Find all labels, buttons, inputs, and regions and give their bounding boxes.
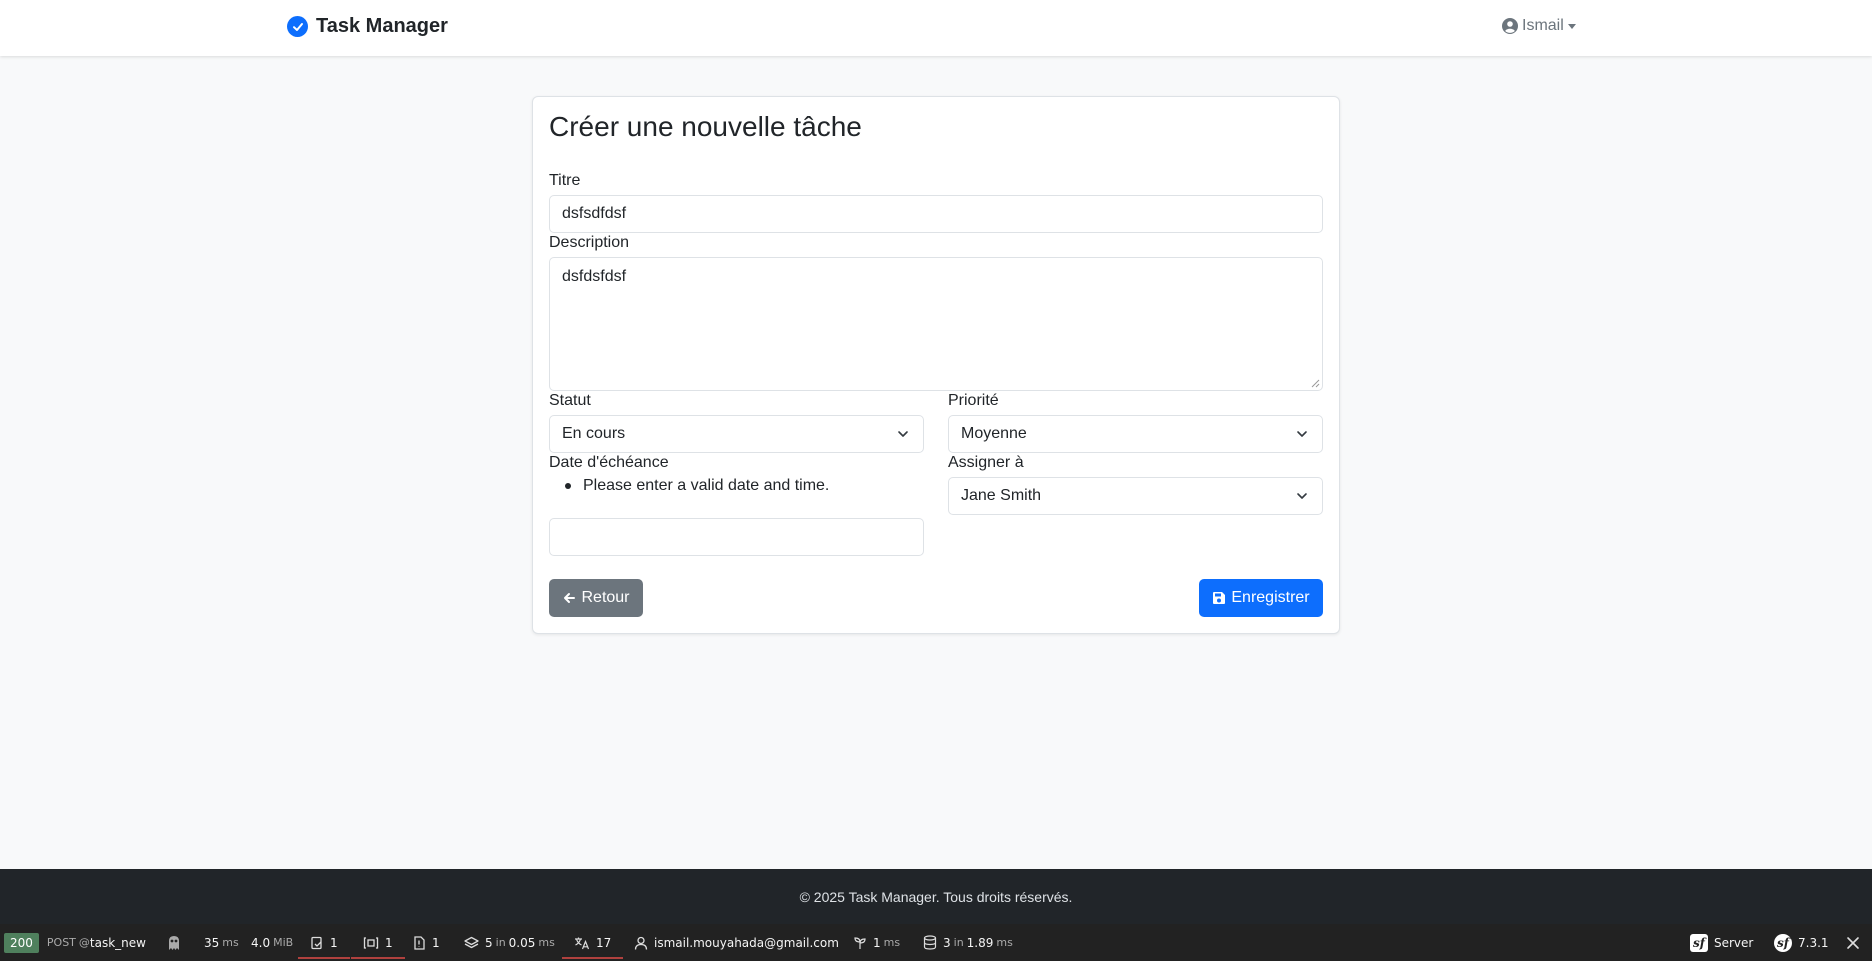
description-label: Description xyxy=(549,234,630,251)
route-name: task_new xyxy=(89,935,146,950)
brand-name: Task Manager xyxy=(316,15,448,37)
memory-unit: MiB xyxy=(273,936,294,949)
priorite-value: Moyenne xyxy=(961,425,1027,442)
back-label: Retour xyxy=(581,589,630,606)
at-sign: @ xyxy=(78,936,90,949)
error-indicator xyxy=(298,957,350,959)
symfony-logo-icon: sf xyxy=(1774,933,1792,952)
forms-count: 1 xyxy=(330,935,338,950)
user-dropdown[interactable]: Ismail xyxy=(1502,17,1576,35)
toolbar-twig[interactable]: 1 ms xyxy=(853,924,900,961)
task-form-card: Créer une nouvelle tâche Titre dsfsdfdsf… xyxy=(532,96,1340,634)
toolbar-user[interactable]: ismail.mouyahada@gmail.com xyxy=(634,924,839,961)
statut-value: En cours xyxy=(562,425,626,442)
db-time: 1.89 xyxy=(966,935,994,950)
toolbar-symfony-version[interactable]: sf 7.3.1 xyxy=(1774,924,1829,961)
arrow-left-icon xyxy=(564,593,576,603)
assigner-value: Jane Smith xyxy=(961,487,1042,504)
translation-count: 17 xyxy=(596,935,612,950)
memory-value: 4.0 xyxy=(251,935,271,950)
events-in: in xyxy=(495,936,506,949)
user-email: ismail.mouyahada@gmail.com xyxy=(654,935,839,950)
database-icon xyxy=(923,935,937,950)
events-count: 5 xyxy=(485,935,493,950)
save-label: Enregistrer xyxy=(1231,589,1310,606)
db-count: 3 xyxy=(943,935,951,950)
titre-input[interactable]: dsfsdfdsf xyxy=(549,195,1323,233)
close-icon xyxy=(1847,936,1859,949)
db-unit: ms xyxy=(996,936,1013,949)
resize-handle-icon[interactable] xyxy=(1310,378,1320,388)
assigner-select[interactable]: Jane Smith xyxy=(948,477,1323,515)
chevron-down-icon xyxy=(1297,493,1307,499)
symfony-server-icon: sf xyxy=(1690,933,1708,952)
bullet-icon xyxy=(565,483,571,489)
toolbar-validator[interactable]: 1 xyxy=(351,924,405,961)
user-circle-icon xyxy=(1502,18,1518,34)
date-input[interactable] xyxy=(549,518,924,556)
date-error-text: Please enter a valid date and time. xyxy=(583,477,830,494)
events-unit: ms xyxy=(538,936,555,949)
toolbar-time[interactable]: 35 ms xyxy=(204,924,239,961)
floppy-disk-icon xyxy=(1213,592,1226,604)
log-file-icon xyxy=(414,935,425,950)
toolbar-memory[interactable]: 4.0 MiB xyxy=(251,924,293,961)
save-button[interactable]: Enregistrer xyxy=(1199,579,1323,617)
status-code-badge: 200 xyxy=(4,932,39,953)
footer: © 2025 Task Manager. Tous droits réservé… xyxy=(0,869,1872,924)
db-in: in xyxy=(953,936,964,949)
toolbar-close-button[interactable] xyxy=(1846,924,1866,961)
page-title: Créer une nouvelle tâche xyxy=(549,111,862,142)
events-time: 0.05 xyxy=(508,935,536,950)
translate-icon xyxy=(575,937,590,949)
titre-value: dsfsdfdsf xyxy=(562,205,627,222)
toolbar-translation[interactable]: 17 xyxy=(562,924,624,961)
description-textarea[interactable]: dsfdsfdsf xyxy=(549,257,1323,391)
statut-label: Statut xyxy=(549,392,591,409)
priorite-label: Priorité xyxy=(948,392,999,409)
form-icon xyxy=(311,936,322,949)
twig-leaf-icon xyxy=(854,936,866,949)
twig-unit: ms xyxy=(883,936,901,949)
time-unit: ms xyxy=(222,936,239,949)
assigner-label: Assigner à xyxy=(948,454,1024,471)
toolbar-logs[interactable]: 1 xyxy=(412,924,440,961)
user-name: Ismail xyxy=(1522,17,1564,34)
footer-copyright: © 2025 Task Manager. Tous droits réservé… xyxy=(799,888,1073,905)
error-indicator xyxy=(562,957,624,959)
description-value: dsfdsfdsf xyxy=(562,268,627,285)
toolbar-database[interactable]: 3 in 1.89 ms xyxy=(923,924,1013,961)
chevron-down-icon xyxy=(1297,431,1307,437)
titre-label: Titre xyxy=(549,172,581,189)
request-method: POST xyxy=(46,936,76,949)
toolbar-server[interactable]: sf Server xyxy=(1690,924,1753,961)
navbar: Task Manager Ismail xyxy=(0,0,1872,56)
caret-down-icon xyxy=(1567,23,1576,29)
user-icon xyxy=(634,936,648,950)
twig-count: 1 xyxy=(873,935,881,950)
toolbar-forms[interactable]: 1 xyxy=(298,924,350,961)
server-label: Server xyxy=(1714,935,1754,950)
toolbar-ghost[interactable] xyxy=(165,924,189,961)
time-value: 35 xyxy=(204,935,220,950)
date-error-message: Please enter a valid date and time. xyxy=(565,477,829,495)
brand-link[interactable]: Task Manager xyxy=(287,15,448,38)
layers-icon xyxy=(464,936,479,948)
statut-select[interactable]: En cours xyxy=(549,415,924,453)
toolbar-events[interactable]: 5 in 0.05 ms xyxy=(464,924,555,961)
logs-count: 1 xyxy=(432,935,440,950)
date-label: Date d'échéance xyxy=(549,454,669,471)
toolbar-request[interactable]: 200 POST @ task_new xyxy=(4,924,146,961)
chevron-down-icon xyxy=(898,431,908,437)
error-indicator xyxy=(351,957,405,959)
back-button[interactable]: Retour xyxy=(549,579,643,617)
debug-toolbar: 200 POST @ task_new 35 ms 4.0 MiB 1 1 1 … xyxy=(0,924,1872,961)
check-circle-icon xyxy=(287,16,308,37)
ghost-icon xyxy=(169,935,179,950)
validator-icon xyxy=(363,936,379,949)
priorite-select[interactable]: Moyenne xyxy=(948,415,1323,453)
validator-count: 1 xyxy=(385,935,393,950)
symfony-version: 7.3.1 xyxy=(1798,935,1829,950)
